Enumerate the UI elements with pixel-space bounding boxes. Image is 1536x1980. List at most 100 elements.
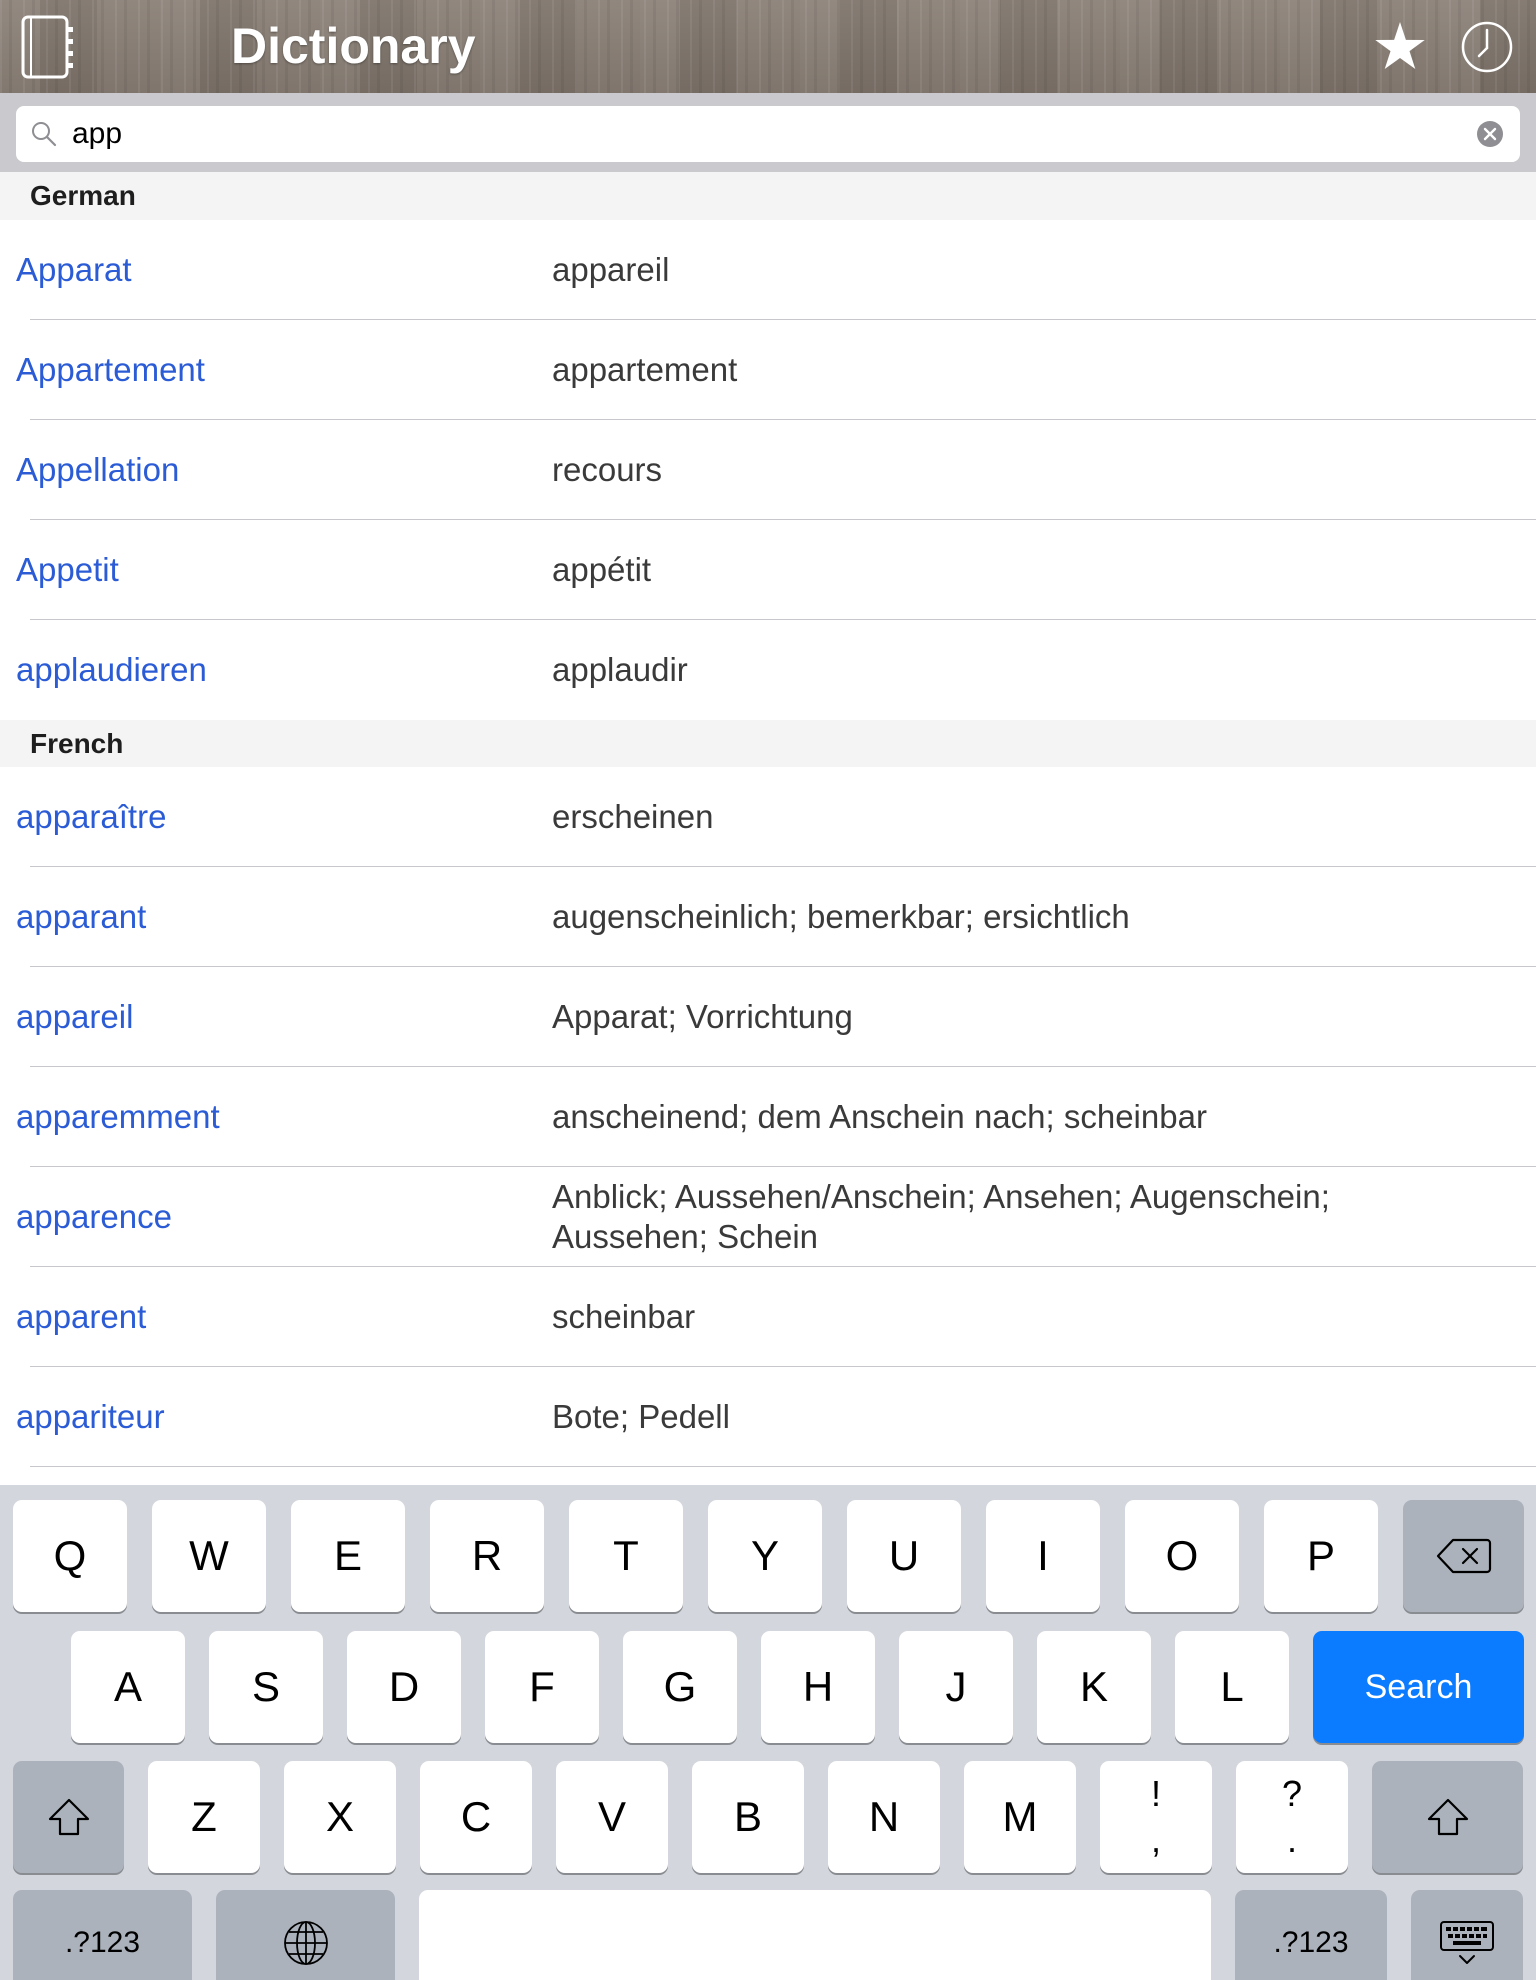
list-item[interactable]: appariteur Bote; Pedell (0, 1367, 1536, 1467)
list-item[interactable]: applaudieren applaudir (0, 620, 1536, 720)
key-n[interactable]: N (828, 1761, 940, 1873)
entry-translation: scheinbar (552, 1298, 696, 1335)
entry-translation: applaudir (552, 651, 688, 688)
list-item[interactable]: apparence Anblick; Aussehen/Anschein; An… (0, 1167, 1536, 1267)
history-button[interactable] (1461, 21, 1513, 73)
list-item[interactable]: apparemment anscheinend; dem Anschein na… (0, 1067, 1536, 1167)
star-icon (1373, 21, 1427, 73)
entry-translation: appartement (552, 351, 738, 388)
key-k[interactable]: K (1037, 1631, 1151, 1743)
clear-icon[interactable] (1476, 120, 1504, 148)
list-item[interactable]: Appartement appartement (0, 320, 1536, 420)
key-top-char: ? (1281, 1773, 1303, 1814)
key-m[interactable]: M (964, 1761, 1076, 1873)
entry-term: appareil (16, 998, 134, 1035)
backspace-key[interactable] (1403, 1500, 1524, 1612)
key-d[interactable]: D (347, 1631, 461, 1743)
key-p[interactable]: P (1264, 1500, 1378, 1612)
key-r[interactable]: R (430, 1500, 544, 1612)
keyboard-hide-icon (1438, 1920, 1496, 1966)
page-title: Dictionary (231, 18, 476, 74)
key-a[interactable]: A (71, 1631, 185, 1743)
entry-term: apparemment (16, 1098, 220, 1135)
shift-icon (47, 1797, 91, 1837)
favorites-button[interactable] (1373, 21, 1427, 73)
numbers-key-left[interactable]: .?123 (13, 1890, 192, 1980)
entry-translation: Apparat; Vorrichtung (552, 998, 853, 1035)
entry-term: apparaître (16, 798, 167, 835)
key-u[interactable]: U (847, 1500, 961, 1612)
key-e[interactable]: E (291, 1500, 405, 1612)
key-top-char: ! (1150, 1773, 1161, 1814)
key-f[interactable]: F (485, 1631, 599, 1743)
key-z[interactable]: Z (148, 1761, 260, 1873)
space-key[interactable] (419, 1890, 1211, 1980)
entry-translation: anscheinend; dem Anschein nach; scheinba… (552, 1098, 1207, 1135)
key-q[interactable]: Q (13, 1500, 127, 1612)
entry-translation: appareil (552, 251, 670, 288)
search-bar: app (0, 93, 1536, 172)
search-key[interactable]: Search (1313, 1631, 1524, 1743)
list-item[interactable]: appareil Apparat; Vorrichtung (0, 967, 1536, 1067)
shift-key-left[interactable] (13, 1761, 124, 1873)
key-question-period[interactable]: ? . (1236, 1761, 1348, 1873)
keyboard-row-1: Q W E R T Y U I O P (13, 1500, 1524, 1612)
list-item[interactable]: apparaître erscheinen (0, 767, 1536, 867)
numbers-key-right[interactable]: .?123 (1235, 1890, 1387, 1980)
key-o[interactable]: O (1125, 1500, 1239, 1612)
key-bottom-char: . (1286, 1819, 1297, 1860)
list-item[interactable]: Appetit appétit (0, 520, 1536, 620)
entry-term: appariteur (16, 1398, 165, 1435)
key-l[interactable]: L (1175, 1631, 1289, 1743)
entry-term: Appellation (16, 451, 180, 488)
search-input[interactable]: app (16, 106, 1520, 162)
search-icon (30, 120, 58, 148)
entry-term: Appartement (16, 351, 205, 388)
list-item[interactable]: apparent scheinbar (0, 1267, 1536, 1367)
entry-translation: Bote; Pedell (552, 1398, 730, 1435)
key-g[interactable]: G (623, 1631, 737, 1743)
notebook-icon (21, 15, 76, 79)
keyboard-row-4: .?123 .?123 (13, 1890, 1523, 1980)
key-y[interactable]: Y (708, 1500, 822, 1612)
entry-term: applaudieren (16, 651, 207, 688)
key-s[interactable]: S (209, 1631, 323, 1743)
keyboard-row-3: Z X C V B N M ! , ? . (13, 1761, 1523, 1873)
key-bottom-char: , (1150, 1819, 1161, 1860)
results-list[interactable]: German Apparat appareil Appartement appa… (0, 172, 1536, 1485)
notebook-button[interactable] (21, 15, 76, 79)
list-item[interactable]: apparant augenscheinlich; bemerkbar; ers… (0, 867, 1536, 967)
entry-translation: appétit (552, 551, 652, 588)
nav-bar: Dictionary (0, 0, 1536, 93)
hide-keyboard-key[interactable] (1411, 1890, 1523, 1980)
key-h[interactable]: H (761, 1631, 875, 1743)
search-query-text: app (72, 117, 123, 150)
key-c[interactable]: C (420, 1761, 532, 1873)
on-screen-keyboard: Q W E R T Y U I O P A S D F G H J K L Se… (0, 1485, 1536, 1980)
entry-term: apparant (16, 898, 147, 935)
entry-term: Apparat (16, 251, 132, 288)
key-i[interactable]: I (986, 1500, 1100, 1612)
entry-translation: erscheinen (552, 798, 714, 835)
backspace-icon (1436, 1538, 1492, 1574)
key-j[interactable]: J (899, 1631, 1013, 1743)
clock-icon (1461, 21, 1513, 73)
shift-key-right[interactable] (1372, 1761, 1523, 1873)
key-w[interactable]: W (152, 1500, 266, 1612)
key-x[interactable]: X (284, 1761, 396, 1873)
globe-icon (282, 1919, 330, 1967)
entry-translation: Anblick; Aussehen/Anschein; Ansehen; Aug… (552, 1178, 1330, 1255)
key-b[interactable]: B (692, 1761, 804, 1873)
list-item[interactable]: Appellation recours (0, 420, 1536, 520)
entry-translation: augenscheinlich; bemerkbar; ersichtlich (552, 898, 1130, 935)
entry-translation: recours (552, 451, 663, 488)
entry-term: apparence (16, 1198, 172, 1235)
entry-term: apparent (16, 1298, 147, 1335)
entry-term: Appetit (16, 551, 119, 588)
key-t[interactable]: T (569, 1500, 683, 1612)
globe-key[interactable] (216, 1890, 395, 1980)
key-exclamation-comma[interactable]: ! , (1100, 1761, 1212, 1873)
section-header-german: German (0, 172, 1536, 220)
key-v[interactable]: V (556, 1761, 668, 1873)
list-item[interactable]: Apparat appareil (0, 220, 1536, 320)
